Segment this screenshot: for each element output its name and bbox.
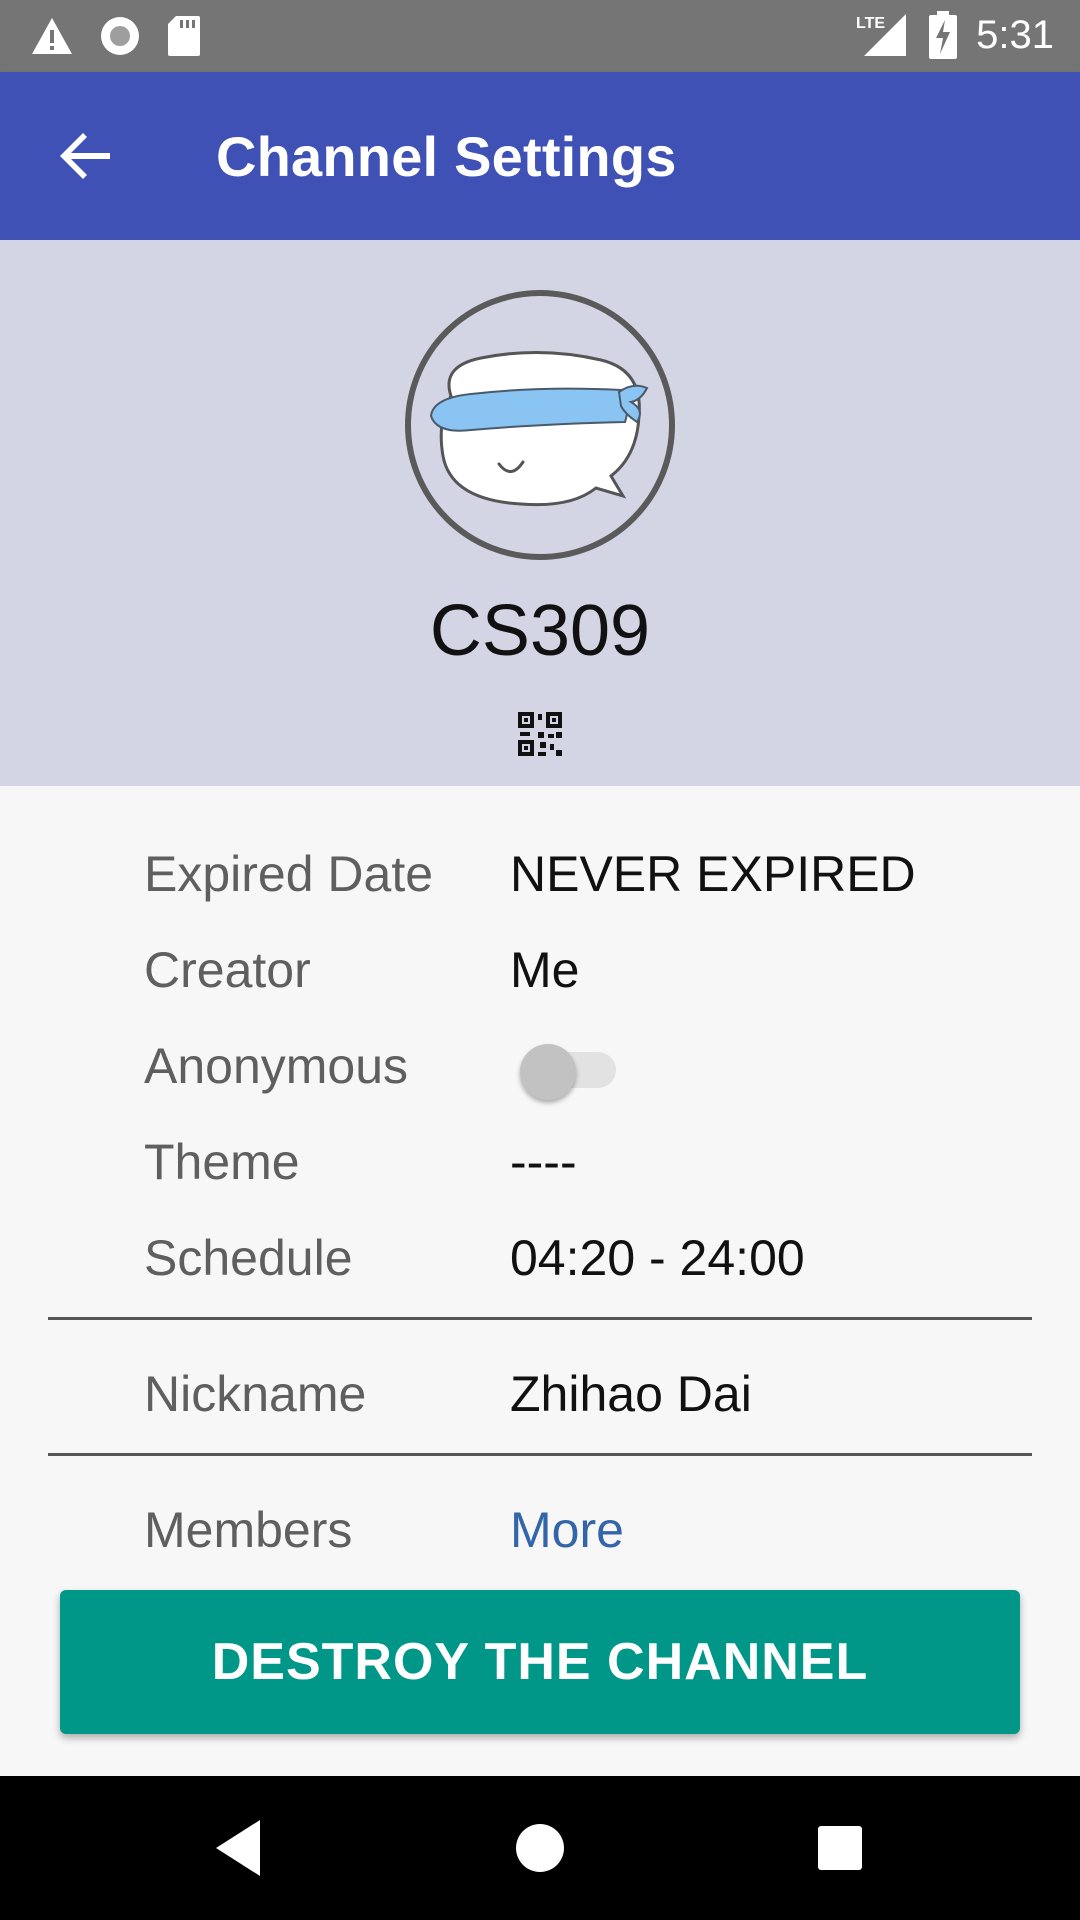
- status-bar: LTE 5:31: [0, 0, 1080, 72]
- anonymous-toggle[interactable]: [520, 1044, 616, 1100]
- battery-charging-icon: [929, 11, 958, 59]
- expired-date-label: Expired Date: [144, 846, 434, 902]
- circle-icon: [101, 17, 139, 55]
- arrow-back-icon[interactable]: [54, 124, 118, 188]
- theme-value: ----: [510, 1134, 577, 1190]
- members-more-link[interactable]: More: [510, 1482, 624, 1578]
- theme-label: Theme: [144, 1134, 300, 1190]
- svg-text:LTE: LTE: [856, 15, 885, 32]
- members-label: Members: [144, 1502, 353, 1558]
- channel-avatar[interactable]: [405, 290, 675, 560]
- back-triangle-icon[interactable]: [204, 1812, 276, 1884]
- status-time: 5:31: [976, 12, 1054, 57]
- schedule-label: Schedule: [144, 1230, 353, 1286]
- row-creator: Creator Me: [0, 922, 1080, 1018]
- row-anonymous: Anonymous: [0, 1018, 1080, 1114]
- expired-date-value: NEVER EXPIRED: [510, 846, 916, 902]
- system-nav-bar: [0, 1776, 1080, 1920]
- creator-value: Me: [510, 942, 580, 998]
- anonymous-label: Anonymous: [144, 1038, 409, 1094]
- recents-square-icon[interactable]: [804, 1812, 876, 1884]
- row-schedule[interactable]: Schedule 04:20 - 24:00: [0, 1210, 1080, 1306]
- home-circle-icon[interactable]: [504, 1812, 576, 1884]
- divider: [48, 1453, 1032, 1456]
- schedule-value: 04:20 - 24:00: [510, 1230, 805, 1286]
- divider: [48, 1317, 1032, 1320]
- qr-code-icon[interactable]: [516, 710, 564, 758]
- sd-card-icon: [168, 16, 200, 56]
- nickname-label: Nickname: [144, 1366, 367, 1422]
- channel-name: CS309: [429, 591, 651, 671]
- warning-icon: [32, 18, 72, 54]
- blindfolded-chat-bubble-avatar: [429, 351, 649, 507]
- page-title: Channel Settings: [216, 125, 677, 188]
- nickname-value: Zhihao Dai: [510, 1366, 752, 1422]
- creator-label: Creator: [144, 942, 311, 998]
- toggle-thumb: [520, 1044, 576, 1100]
- row-nickname[interactable]: Nickname Zhihao Dai: [0, 1346, 1080, 1442]
- channel-header: CS309: [0, 240, 1080, 786]
- app-bar: Channel Settings: [0, 72, 1080, 240]
- row-theme[interactable]: Theme ----: [0, 1114, 1080, 1210]
- destroy-channel-button[interactable]: DESTROY THE CHANNEL: [60, 1590, 1020, 1734]
- row-members: Members More: [0, 1482, 1080, 1578]
- row-expired-date: Expired Date NEVER EXPIRED: [0, 826, 1080, 922]
- signal-icon: LTE: [856, 14, 907, 56]
